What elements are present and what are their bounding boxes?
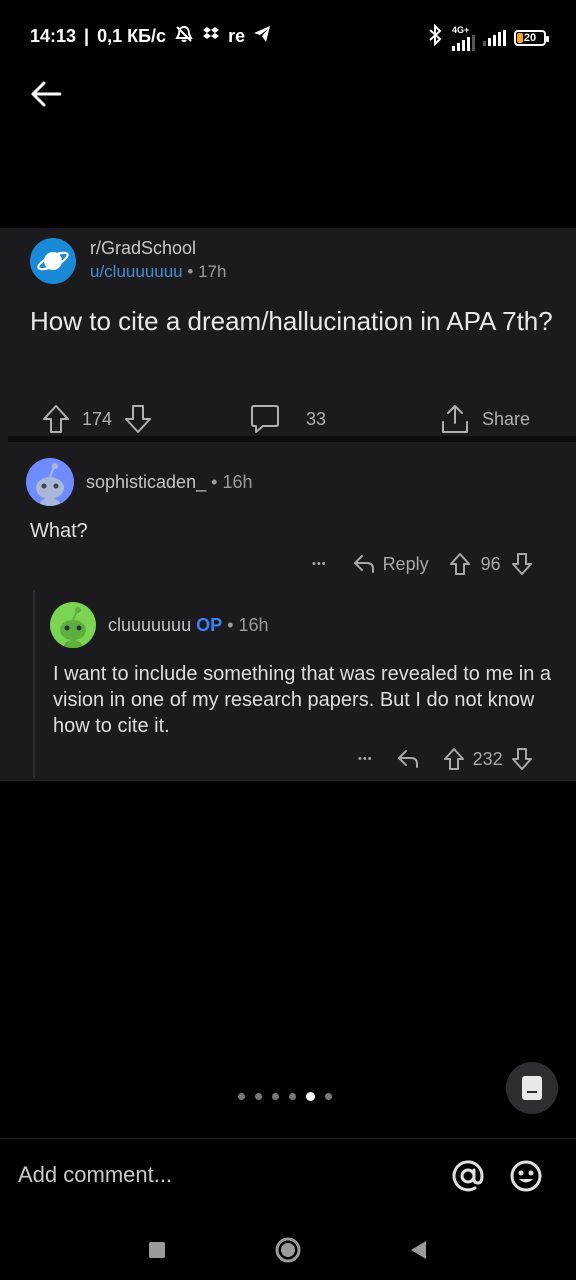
square-icon <box>149 1242 165 1258</box>
battery-icon: 20 <box>514 30 549 46</box>
back-button[interactable] <box>26 74 66 114</box>
comment-body: What? <box>30 520 88 542</box>
comment-username: sophisticaden_ • 16h <box>86 472 252 493</box>
pager-dot[interactable] <box>289 1093 296 1100</box>
battery-level: 20 <box>523 32 537 44</box>
planet-icon <box>37 251 69 271</box>
pager-dot[interactable] <box>238 1093 245 1100</box>
pager-dot[interactable] <box>306 1092 315 1101</box>
home-button[interactable] <box>268 1230 308 1270</box>
comment-actions: ••• 232 <box>358 745 533 773</box>
comment-count: 33 <box>306 408 327 429</box>
avatar[interactable] <box>50 602 96 648</box>
pager-dot[interactable] <box>272 1093 279 1100</box>
carrier-glyph: re <box>228 26 246 46</box>
signal-icon-2 <box>483 30 506 46</box>
post-meta: u/cluuuuuuu • 17h <box>90 262 226 282</box>
reply-icon <box>353 555 374 573</box>
pager-dots[interactable] <box>238 1092 332 1101</box>
snoo-avatar-icon <box>60 607 86 648</box>
comment-username: cluuuuuuu OP • 16h <box>108 615 269 636</box>
upvote-count: 174 <box>82 408 113 429</box>
comment-icon <box>251 405 279 433</box>
add-comment-input[interactable]: Add comment... <box>18 1162 172 1188</box>
reply-label: Reply <box>382 553 429 574</box>
comment-time: 16h <box>222 472 253 492</box>
share-label: Share <box>482 408 531 429</box>
bluetooth-icon <box>426 23 444 52</box>
vote-group: 174 <box>42 398 152 440</box>
divider <box>8 436 576 442</box>
comment-body: I want to include something that was rev… <box>53 663 552 737</box>
alarm-off-icon <box>174 24 194 49</box>
downvote-icon[interactable] <box>124 404 152 434</box>
back-nav-button[interactable] <box>398 1230 438 1270</box>
network-speed: 0,1 КБ/с <box>97 26 167 46</box>
thread-line[interactable] <box>33 590 35 778</box>
reader-mode-button[interactable] <box>506 1062 558 1114</box>
status-separator: | <box>84 26 90 46</box>
comment-separator: • <box>211 472 218 492</box>
upvote-icon[interactable] <box>449 552 471 576</box>
post-author[interactable]: u/cluuuuuuu <box>90 262 183 281</box>
telegram-icon <box>253 25 271 48</box>
system-nav-bar <box>0 1218 576 1280</box>
dropbox-icon <box>202 25 220 48</box>
subreddit-avatar[interactable] <box>30 238 76 284</box>
network-label: 4G+ <box>452 24 470 35</box>
op-badge: OP <box>196 615 223 635</box>
comment-author[interactable]: cluuuuuuu <box>108 615 191 635</box>
comment-time: 16h <box>238 615 269 635</box>
subreddit-name[interactable]: r/GradSchool <box>90 238 196 259</box>
mention-button[interactable] <box>448 1156 488 1196</box>
status-bar: 14:13 | 0,1 КБ/с re 4G+ 20 <box>0 0 576 70</box>
more-options-button[interactable]: ••• <box>358 753 373 765</box>
upvote-icon[interactable] <box>443 747 465 771</box>
pager-dot[interactable] <box>325 1093 332 1100</box>
status-left: 14:13 | 0,1 КБ/с re <box>30 24 271 49</box>
signal-icon: 4G+ <box>452 24 475 51</box>
status-right: 4G+ 20 <box>426 23 549 52</box>
share-icon <box>442 405 468 433</box>
reply-button[interactable]: Reply <box>353 554 429 575</box>
pager-dot[interactable] <box>255 1093 262 1100</box>
meta-separator: • <box>187 262 194 281</box>
reply-icon[interactable] <box>397 749 419 769</box>
snoo-avatar-icon <box>36 463 64 506</box>
post-time: 17h <box>198 262 227 281</box>
document-icon <box>522 1076 542 1100</box>
comment-separator: • <box>227 615 234 635</box>
comment-author[interactable]: sophisticaden_ <box>86 472 206 492</box>
upvote-icon[interactable] <box>42 404 70 434</box>
emoji-button[interactable] <box>506 1156 546 1196</box>
status-time: 14:13 <box>30 26 77 46</box>
post-title: How to cite a dream/hallucination in APA… <box>30 306 553 336</box>
recents-button[interactable] <box>137 1230 177 1270</box>
comment-actions: ••• Reply 96 <box>312 550 533 578</box>
arrow-left-icon <box>31 81 61 107</box>
avatar[interactable] <box>26 458 74 506</box>
share-button[interactable]: Share <box>440 398 530 440</box>
more-options-button[interactable]: ••• <box>312 558 327 570</box>
smiley-icon <box>510 1160 542 1192</box>
vote-count: 232 <box>472 748 503 769</box>
post-actions: 174 33 Share <box>0 398 576 440</box>
circle-icon <box>275 1237 301 1263</box>
downvote-icon[interactable] <box>511 552 533 576</box>
comments-button[interactable]: 33 <box>250 398 326 440</box>
at-sign-icon <box>452 1160 484 1192</box>
downvote-icon[interactable] <box>511 747 533 771</box>
vote-count: 96 <box>480 553 501 574</box>
triangle-back-icon <box>411 1241 426 1259</box>
